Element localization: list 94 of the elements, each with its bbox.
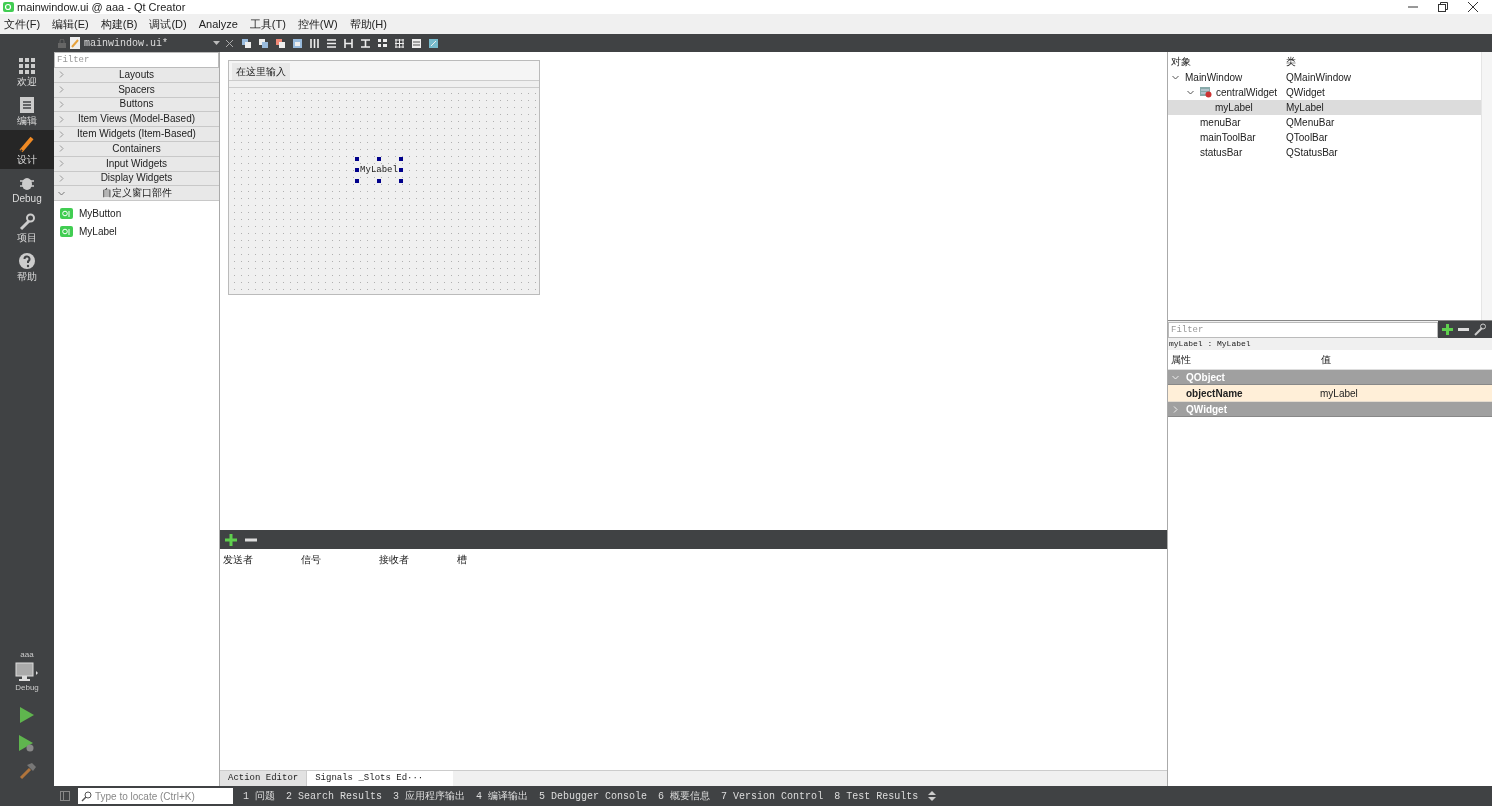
- form-layout-icon[interactable]: [377, 37, 388, 49]
- output-pane-button[interactable]: 6 概要信息: [658, 788, 711, 804]
- menu-item[interactable]: 编辑(E): [52, 15, 89, 33]
- category-header[interactable]: 自定义窗口部件: [54, 186, 219, 202]
- resize-handle[interactable]: [355, 168, 359, 172]
- project-name: aaa: [20, 650, 34, 660]
- resize-handle[interactable]: [355, 179, 359, 183]
- editor-tab[interactable]: Action Editor: [220, 771, 308, 786]
- overlap-icon[interactable]: [275, 37, 286, 49]
- property-name: objectName: [1185, 386, 1244, 401]
- menu-placeholder[interactable]: 在这里输入: [232, 63, 290, 80]
- grid-icon[interactable]: [394, 37, 405, 49]
- debug-run-icon[interactable]: [18, 734, 36, 752]
- editor-tab[interactable]: mainwindow.ui*: [84, 35, 168, 51]
- help-icon: [17, 251, 37, 271]
- menu-item[interactable]: Analyze: [198, 15, 238, 33]
- widget-item[interactable]: MyButton: [54, 204, 219, 223]
- output-pane-button[interactable]: 8 Test Results: [834, 788, 919, 804]
- resize-handle[interactable]: [399, 168, 403, 172]
- resize-handle[interactable]: [399, 179, 403, 183]
- menu-item[interactable]: 调试(D): [149, 15, 187, 33]
- wrench-icon: [17, 212, 37, 232]
- tree-row[interactable]: mainToolBar QToolBar: [1168, 130, 1481, 145]
- column-header: 类: [1285, 54, 1297, 69]
- rows-icon[interactable]: [326, 37, 337, 49]
- overlap-icon[interactable]: [241, 37, 252, 49]
- object-title: myLabel : MyLabel: [1168, 338, 1492, 350]
- resize-handle[interactable]: [377, 157, 381, 161]
- document-icon: [17, 95, 37, 115]
- widget-icon: [1200, 87, 1212, 98]
- output-pane-button[interactable]: 1 问题: [243, 788, 275, 804]
- dropdown-icon[interactable]: [213, 40, 220, 46]
- column-header: 槽: [456, 552, 468, 567]
- property-value[interactable]: myLabel: [1318, 385, 1358, 401]
- qt-widget-icon: [60, 225, 73, 237]
- category-header[interactable]: Layouts: [54, 68, 219, 83]
- widget-item[interactable]: MyLabel: [54, 222, 219, 241]
- restore-icon[interactable]: [1438, 2, 1448, 12]
- window-icon[interactable]: [292, 37, 303, 49]
- file-icon: [70, 37, 80, 49]
- window-title: mainwindow.ui @ aaa - Qt Creator: [17, 1, 186, 13]
- column-header: 信号: [300, 552, 322, 567]
- qt-widget-icon: [60, 207, 73, 219]
- tree-row[interactable]: MainWindow QMainWindow: [1168, 70, 1481, 85]
- wrench-icon[interactable]: [1473, 323, 1486, 336]
- break-layout-icon[interactable]: [411, 37, 422, 49]
- column-header: 属性: [1170, 353, 1192, 367]
- add-icon[interactable]: [224, 532, 238, 547]
- resize-handle[interactable]: [399, 157, 403, 161]
- menu-item[interactable]: 帮助(H): [349, 15, 387, 33]
- menu-item[interactable]: 构建(B): [100, 15, 138, 33]
- menu-item[interactable]: 工具(T): [249, 15, 286, 33]
- editor-tab[interactable]: Signals _Slots Ed···: [307, 771, 454, 786]
- splitter-icon[interactable]: [360, 37, 371, 49]
- grid-icon: [17, 56, 37, 76]
- hammer-icon[interactable]: [18, 762, 36, 780]
- tree-row[interactable]: statusBar QStatusBar: [1168, 145, 1481, 160]
- run-icon[interactable]: [19, 706, 35, 724]
- output-pane-button[interactable]: 2 Search Results: [286, 788, 383, 804]
- locator-field[interactable]: Type to locate (Ctrl+K): [78, 788, 233, 804]
- overlap-icon[interactable]: [258, 37, 269, 49]
- columns-icon[interactable]: [309, 37, 320, 49]
- column-header: 发送者: [222, 552, 254, 567]
- up-down-icon[interactable]: [928, 791, 937, 801]
- output-pane-button[interactable]: 4 编译输出: [476, 788, 529, 804]
- sidebar-toggle-icon[interactable]: [60, 791, 70, 801]
- column-header: 值: [1320, 353, 1332, 367]
- output-pane-button[interactable]: 5 Debugger Console: [539, 788, 648, 804]
- category-header[interactable]: Item Widgets (Item-Based): [54, 127, 219, 142]
- adjust-size-icon[interactable]: [428, 37, 439, 49]
- output-pane-button[interactable]: 3 应用程序输出: [393, 788, 466, 804]
- splitter-icon[interactable]: [343, 37, 354, 49]
- add-icon[interactable]: [1441, 323, 1454, 336]
- tree-row[interactable]: centralWidget QWidget: [1168, 85, 1481, 100]
- menu-item[interactable]: 文件(F): [4, 15, 41, 33]
- tree-row[interactable]: myLabel MyLabel: [1168, 100, 1481, 115]
- close-icon[interactable]: [1468, 2, 1478, 12]
- mode-button[interactable]: 设计: [0, 130, 54, 169]
- kit-selector[interactable]: Debug: [15, 662, 39, 694]
- lock-icon: [58, 38, 66, 48]
- monitor-icon: [15, 662, 39, 682]
- scrollbar[interactable]: [1481, 52, 1492, 320]
- menu-item[interactable]: 控件(W): [297, 15, 338, 33]
- resize-handle[interactable]: [355, 157, 359, 161]
- filter-field[interactable]: Filter: [1168, 321, 1438, 338]
- column-header: 对象: [1170, 54, 1192, 69]
- label-widget[interactable]: MyLabel: [360, 165, 398, 175]
- resize-handle[interactable]: [377, 179, 381, 183]
- column-header: 接收者: [378, 552, 410, 567]
- tree-row[interactable]: menuBar QMenuBar: [1168, 115, 1481, 130]
- output-pane-button[interactable]: 7 Version Control: [721, 788, 824, 804]
- category-header[interactable]: Item Views (Model-Based): [54, 112, 219, 128]
- search-icon: [81, 790, 92, 802]
- filter-field[interactable]: Filter: [54, 52, 219, 68]
